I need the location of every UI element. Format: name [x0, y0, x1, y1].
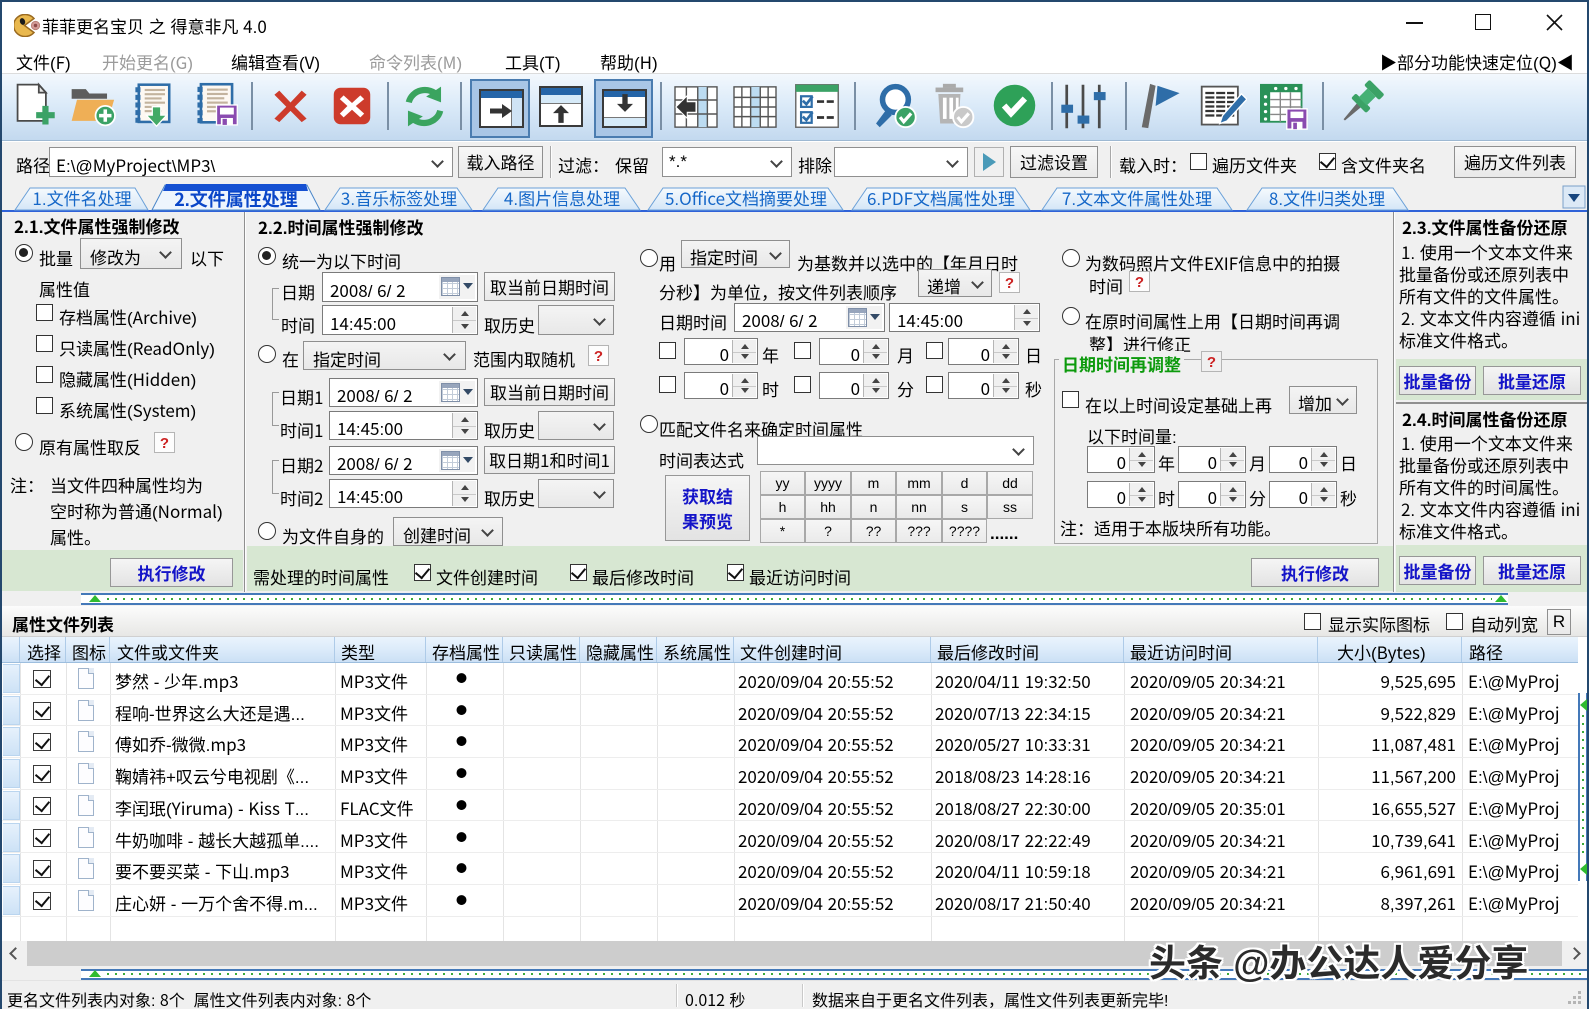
svg-text:8.文件归类处理: 8.文件归类处理	[1269, 185, 1385, 210]
svg-text:1.文件名处理: 1.文件名处理	[32, 185, 131, 210]
svg-text:5.Office文档摘要处理: 5.Office文档摘要处理	[665, 185, 827, 210]
svg-text:3.音乐标签处理: 3.音乐标签处理	[341, 185, 457, 210]
svg-text:6.PDF文档属性处理: 6.PDF文档属性处理	[867, 185, 1015, 210]
svg-text:7.文本文件属性处理: 7.文本文件属性处理	[1062, 185, 1212, 210]
svg-text:4.图片信息处理: 4.图片信息处理	[504, 185, 620, 210]
svg-text:2.文件属性处理: 2.文件属性处理	[174, 186, 298, 212]
